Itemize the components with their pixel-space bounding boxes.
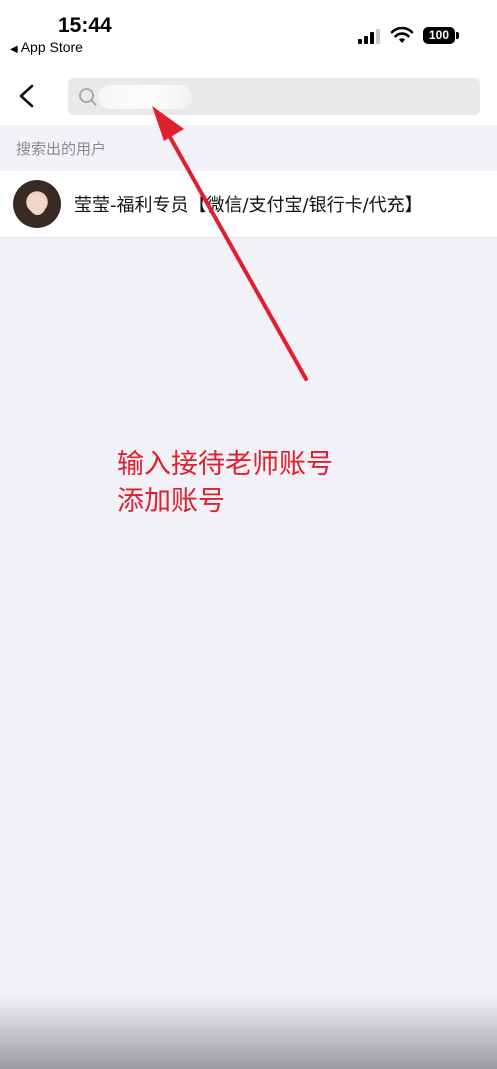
annotation-line-1: 输入接待老师账号 — [117, 449, 333, 480]
bottom-shadow — [0, 995, 497, 1069]
battery-cap — [456, 32, 459, 39]
annotation-text: 输入接待老师账号 添加账号 — [117, 446, 333, 520]
annotation-line-2: 添加账号 — [117, 486, 225, 517]
search-nav-bar — [0, 64, 497, 125]
chevron-left-icon — [19, 84, 34, 108]
wifi-icon — [390, 26, 414, 43]
status-bar: 15:44 ◀ App Store 100 — [0, 0, 497, 64]
back-button[interactable] — [8, 76, 48, 116]
back-app-label: App Store — [20, 39, 83, 55]
battery-indicator: 100 — [423, 27, 455, 44]
status-time: 15:44 — [58, 14, 112, 37]
user-name: 莹莹-福利专员【微信/支付宝/银行卡/代充】 — [74, 195, 423, 216]
results-section-header: 搜索出的用户 — [0, 125, 497, 171]
results-section-title: 搜索出的用户 — [16, 140, 107, 158]
cellular-signal-icon — [358, 28, 382, 44]
redacted-search-text — [98, 85, 192, 109]
search-icon — [79, 88, 97, 106]
back-to-app-store-link[interactable]: ◀ App Store — [10, 39, 83, 55]
back-triangle-icon: ◀ — [10, 44, 18, 55]
user-result-row[interactable]: 莹莹-福利专员【微信/支付宝/银行卡/代充】 — [0, 171, 497, 238]
avatar — [13, 180, 61, 228]
